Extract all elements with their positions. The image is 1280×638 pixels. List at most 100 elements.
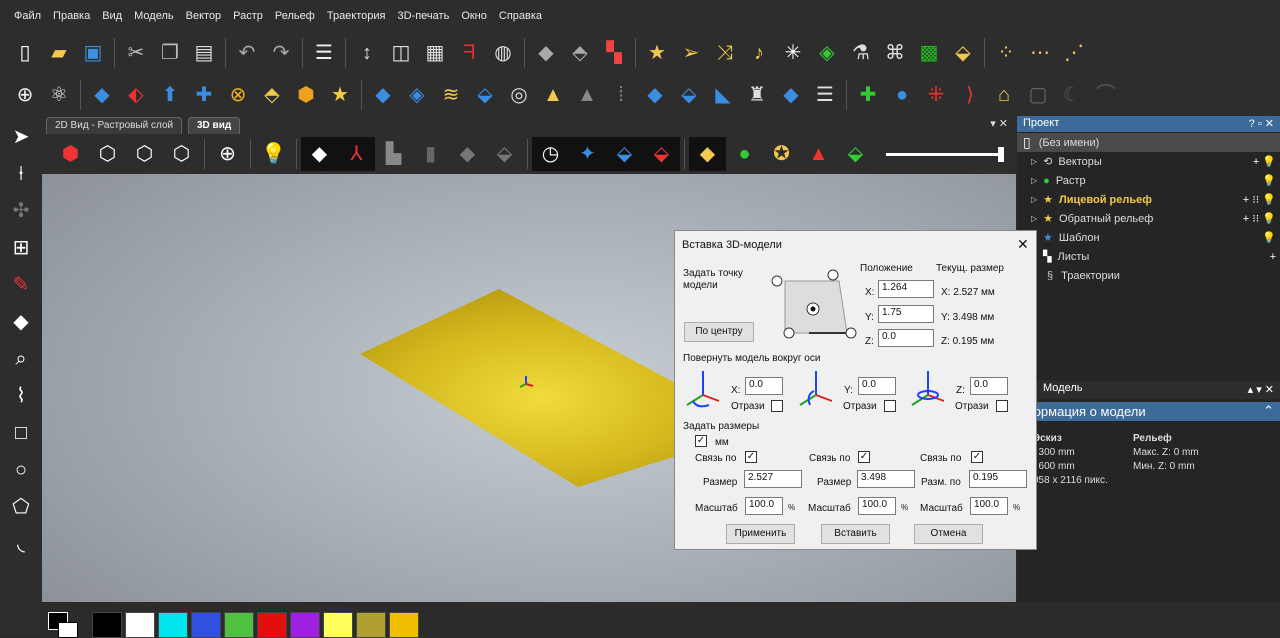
blue-star-icon[interactable]: ✦ bbox=[569, 137, 606, 171]
tree-item-front-relief[interactable]: ▷ ★ Лицевой рельеф + ⁝⁝ 💡 bbox=[1017, 190, 1280, 209]
tab-2d-view[interactable]: 2D Вид - Растровый слой bbox=[46, 117, 183, 134]
blue-flat-icon[interactable]: ◆ bbox=[366, 78, 400, 112]
menu-3d-print[interactable]: 3D-печать bbox=[392, 10, 456, 22]
zoom-view-icon[interactable]: ⊕ bbox=[209, 137, 246, 171]
yellow-cone-icon[interactable]: ▲ bbox=[536, 78, 570, 112]
eraser-tool-icon[interactable]: ◆ bbox=[1, 303, 41, 340]
paste-icon[interactable]: ▤ bbox=[187, 36, 221, 70]
swatch-cyan[interactable] bbox=[158, 612, 188, 638]
model-info-header[interactable]: формация о модели ⌃ bbox=[1017, 402, 1280, 421]
arc-icon[interactable]: ◟ bbox=[1, 525, 41, 562]
tree-actions[interactable]: 💡 bbox=[1262, 174, 1276, 187]
material-icon[interactable]: ◆ bbox=[449, 137, 486, 171]
tree-item-template[interactable]: ★ Шаблон 💡 bbox=[1017, 228, 1280, 247]
menu-relief[interactable]: Рельеф bbox=[269, 10, 321, 22]
menu-window[interactable]: Окно bbox=[455, 10, 493, 22]
new-file-icon[interactable]: ▯ bbox=[8, 36, 42, 70]
swatch-black[interactable] bbox=[92, 612, 122, 638]
rectangle-icon[interactable]: □ bbox=[1, 414, 41, 451]
sheet-grid-icon[interactable]: ⊞ bbox=[1, 229, 41, 266]
lamp-outline-icon[interactable]: ⌂ bbox=[987, 78, 1021, 112]
rainbow-layers-icon[interactable]: ⬙ bbox=[837, 137, 874, 171]
swatch-green[interactable] bbox=[224, 612, 254, 638]
green-plus-icon[interactable]: ✚ bbox=[851, 78, 885, 112]
model-controls[interactable]: ▴ ▾ ✕ bbox=[1248, 383, 1274, 396]
cancel-button[interactable]: Отмена bbox=[914, 524, 983, 544]
blue-split-icon[interactable]: ◈ bbox=[400, 78, 434, 112]
size-x-input[interactable]: 2.527 bbox=[744, 470, 802, 488]
zoom-icon[interactable]: ⊕ bbox=[8, 78, 42, 112]
search-star-icon[interactable]: ✪ bbox=[763, 137, 800, 171]
blocks-icon[interactable]: ▙ bbox=[375, 137, 412, 171]
yellow-mesh-icon[interactable]: ⊗ bbox=[221, 78, 255, 112]
pos-x-input[interactable]: 1.264 bbox=[878, 280, 934, 298]
nodes-icon[interactable]: ⁘ bbox=[989, 36, 1023, 70]
tool-icon[interactable]: ⬙ bbox=[486, 137, 523, 171]
green-diamond-icon[interactable]: ◈ bbox=[810, 36, 844, 70]
notes-icon[interactable]: ☰ bbox=[307, 36, 341, 70]
anchor-picker[interactable] bbox=[769, 269, 861, 343]
measure-icon[interactable]: ⌕ bbox=[1, 340, 41, 377]
pin-icon[interactable]: ⁞ bbox=[604, 78, 638, 112]
swatch-light-yellow[interactable] bbox=[323, 612, 353, 638]
menu-model[interactable]: Модель bbox=[128, 10, 179, 22]
cube-front-icon[interactable]: ⬡ bbox=[126, 137, 163, 171]
project-controls[interactable]: ? ▫ ✕ bbox=[1249, 117, 1274, 130]
tree-item-sheets[interactable]: ▚ Листы + bbox=[1017, 247, 1280, 266]
red-layer-icon[interactable]: ⬙ bbox=[643, 137, 680, 171]
pos-y-input[interactable]: 1.75 bbox=[878, 305, 934, 323]
spiral-icon[interactable]: ⌘ bbox=[878, 36, 912, 70]
wave-relief-icon[interactable]: ◆ bbox=[638, 78, 672, 112]
swatch-olive[interactable] bbox=[356, 612, 386, 638]
size-z-input[interactable]: 0.195 bbox=[969, 470, 1027, 488]
pencil-icon[interactable]: ✎ bbox=[1, 266, 41, 303]
starburst-icon[interactable]: ✳ bbox=[776, 36, 810, 70]
clock-icon[interactable]: ◷ bbox=[532, 137, 569, 171]
size-y-input[interactable]: 3.498 bbox=[857, 470, 915, 488]
tab-controls[interactable]: ▾ ✕ bbox=[990, 117, 1008, 130]
mirror-z-checkbox[interactable] bbox=[996, 400, 1008, 412]
collapse-icon[interactable]: ⌃ bbox=[1263, 403, 1274, 419]
cube-iso-icon[interactable]: ⬡ bbox=[89, 137, 126, 171]
insert-button[interactable]: Вставить bbox=[821, 524, 890, 544]
stack-relief-icon[interactable]: ⬙ bbox=[672, 78, 706, 112]
job-size-icon[interactable]: ↕ bbox=[350, 36, 384, 70]
swatch-purple[interactable] bbox=[290, 612, 320, 638]
flat-plate-icon[interactable]: ◆ bbox=[774, 78, 808, 112]
tree-actions[interactable]: 💡 bbox=[1262, 231, 1276, 244]
scale-y-input[interactable]: 100.0 bbox=[858, 497, 896, 515]
rot-z-input[interactable]: 0.0 bbox=[970, 377, 1008, 395]
align-icon[interactable]: ▚ bbox=[597, 36, 631, 70]
cut-icon[interactable]: ✂ bbox=[119, 36, 153, 70]
menu-view[interactable]: Вид bbox=[96, 10, 128, 22]
target-icon[interactable]: ◎ bbox=[502, 78, 536, 112]
tree-actions[interactable]: + ⁝⁝ 💡 bbox=[1243, 193, 1276, 206]
scale-z-input[interactable]: 100.0 bbox=[970, 497, 1008, 515]
cube-side-icon[interactable]: ⬡ bbox=[163, 137, 200, 171]
menu-help[interactable]: Справка bbox=[493, 10, 548, 22]
curve-icon[interactable]: ♪ bbox=[742, 36, 776, 70]
lamp-icon[interactable]: ᖷ bbox=[452, 36, 486, 70]
polygon-icon[interactable]: ⬠ bbox=[1, 488, 41, 525]
transform-icon[interactable]: ⤨ bbox=[708, 36, 742, 70]
link-checkbox-1[interactable]: ✓ bbox=[745, 451, 757, 463]
slider-handle[interactable] bbox=[998, 147, 1004, 162]
gauge-icon[interactable]: ◍ bbox=[486, 36, 520, 70]
link-checkbox-2[interactable]: ✓ bbox=[858, 451, 870, 463]
split-view-icon[interactable]: ◫ bbox=[384, 36, 418, 70]
rot-y-input[interactable]: 0.0 bbox=[858, 377, 896, 395]
axes-icon[interactable]: ⅄ bbox=[338, 137, 375, 171]
tree-actions[interactable]: + bbox=[1270, 251, 1276, 263]
save-icon[interactable]: ▣ bbox=[76, 36, 110, 70]
yellow-plane-icon[interactable]: ◆ bbox=[689, 137, 726, 171]
redo-icon[interactable]: ↷ bbox=[264, 36, 298, 70]
grid-icon[interactable]: ▦ bbox=[418, 36, 452, 70]
tree-item-vectors[interactable]: ▷ ⟲ Векторы + 💡 bbox=[1017, 152, 1280, 171]
mirror-x-checkbox[interactable] bbox=[771, 400, 783, 412]
blue-cross-icon[interactable]: ✚ bbox=[187, 78, 221, 112]
mm-checkbox[interactable]: ✓ bbox=[695, 435, 707, 447]
tree-actions[interactable]: + 💡 bbox=[1253, 155, 1276, 168]
star-folder-icon[interactable]: ★ bbox=[640, 36, 674, 70]
color-pyramid-icon[interactable]: ▲ bbox=[800, 137, 837, 171]
red-relief-icon[interactable]: ⬖ bbox=[119, 78, 153, 112]
